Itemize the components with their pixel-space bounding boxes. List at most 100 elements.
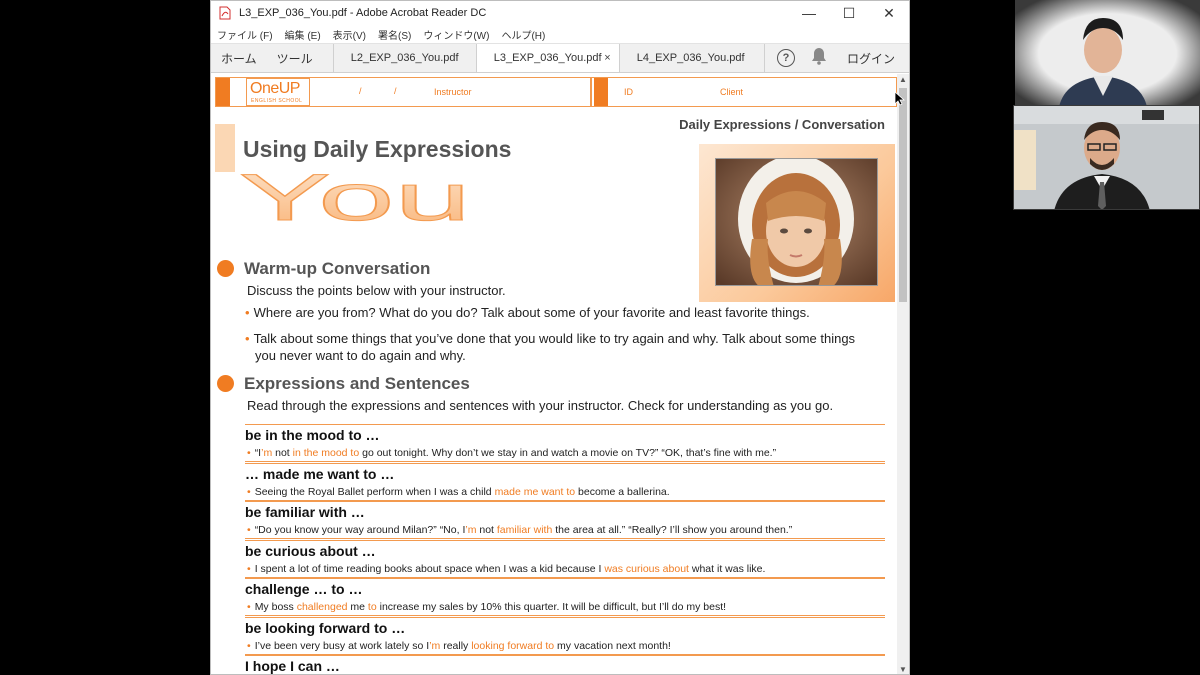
expression-item: challenge … to … • My boss challenged me t… xyxy=(245,578,885,616)
warmup-title: Warm-up Conversation xyxy=(244,259,431,278)
girl-hood-photo xyxy=(715,158,878,286)
expression-example: • Seeing the Royal Ballet perform when I … xyxy=(245,483,885,501)
example-text: me xyxy=(347,601,368,613)
tab-doc-l4-label: L4_EXP_036_You.pdf xyxy=(636,52,745,64)
tab-close-icon[interactable]: × xyxy=(604,52,610,64)
maximize-button[interactable]: ☐ xyxy=(829,1,869,25)
date-slash-1: / xyxy=(359,86,362,96)
expression-example: • “I’m not in the mood to go out tonight.… xyxy=(245,444,885,462)
minimize-button[interactable]: — xyxy=(789,1,829,25)
tab-home[interactable]: ホーム xyxy=(211,44,267,72)
warmup-point: • Where are you from? What do you do? Tal… xyxy=(245,304,875,321)
expression-item: … made me want to … • Seeing the Royal Bal… xyxy=(245,462,885,501)
warmup-intro: Discuss the points below with your instr… xyxy=(247,283,506,298)
expression-title: be looking forward to … xyxy=(245,616,885,637)
participant-video-1 xyxy=(1015,0,1200,107)
highlighted-phrase: challenged xyxy=(296,601,348,613)
big-word: You xyxy=(239,166,471,226)
warmup-point: • Talk about some things that you’ve done… xyxy=(245,330,875,364)
tab-doc-l4[interactable]: L4_EXP_036_You.pdf xyxy=(618,44,762,72)
photo-frame xyxy=(699,144,895,302)
vertical-scrollbar[interactable]: ▲ ▼ xyxy=(897,74,909,674)
title-bar: L3_EXP_036_You.pdf - Adobe Acrobat Reade… xyxy=(211,1,909,25)
menu-bar: ファイル (F) 編集 (E) 表示(V) 署名(S) ウィンドウ(W) ヘルプ… xyxy=(211,25,909,43)
tab-doc-l2-label: L2_EXP_036_You.pdf xyxy=(350,52,459,64)
worksheet-header: OneUP ENGLISH SCHOOL / / Instructor ID C… xyxy=(215,77,897,107)
example-text: really xyxy=(440,639,472,652)
bullet-icon: • xyxy=(247,524,251,536)
warmup-bullet-dot xyxy=(217,260,234,277)
bullet-icon: • xyxy=(247,485,251,498)
expression-title: … made me want to … xyxy=(245,462,885,483)
example-text: Seeing the Royal Ballet perform when I w… xyxy=(254,485,495,498)
close-button[interactable]: ✕ xyxy=(869,1,909,25)
example-text: what it was like. xyxy=(688,562,766,575)
id-label: ID xyxy=(624,87,633,97)
tab-bar-icons: ? ログイン xyxy=(763,44,909,72)
menu-edit[interactable]: 編集 (E) xyxy=(285,27,321,42)
warmup-point-text: Where are you from? What do you do? Talk… xyxy=(253,305,810,320)
tab-doc-l3-label: L3_EXP_036_You.pdf xyxy=(493,52,602,64)
oneup-logo: OneUP ENGLISH SCHOOL xyxy=(246,78,310,106)
tab-doc-l3[interactable]: L3_EXP_036_You.pdf × xyxy=(475,44,619,72)
example-text: the area at all.” “Really? I’ll show you… xyxy=(552,524,793,536)
menu-file[interactable]: ファイル (F) xyxy=(217,27,273,42)
menu-sign[interactable]: 署名(S) xyxy=(378,27,411,42)
bullet-icon: • xyxy=(245,305,250,320)
highlighted-phrase: ’m xyxy=(261,447,273,459)
title-accent-bar xyxy=(215,124,235,172)
expression-example: • My boss challenged me to increase my sa… xyxy=(245,598,885,616)
tab-bar: ホーム ツール L2_EXP_036_You.pdf L3_EXP_036_Yo… xyxy=(211,43,909,73)
tab-tools[interactable]: ツール xyxy=(267,44,333,72)
scroll-up-icon[interactable]: ▲ xyxy=(897,74,909,86)
participant-video-2 xyxy=(1013,105,1200,210)
client-label: Client xyxy=(720,87,744,97)
example-text: go out tonight. Why don’t we stay in and… xyxy=(359,447,777,459)
expression-title: be curious about … xyxy=(245,539,885,560)
menu-help[interactable]: ヘルプ(H) xyxy=(501,27,545,42)
highlighted-phrase: ’m xyxy=(429,639,441,652)
example-text: not xyxy=(272,447,293,459)
window-controls: — ☐ ✕ xyxy=(789,1,909,25)
instructor-label: Instructor xyxy=(434,87,472,97)
window-title: L3_EXP_036_You.pdf - Adobe Acrobat Reade… xyxy=(239,7,487,19)
header-divider xyxy=(590,78,592,106)
highlighted-phrase: in the mood to xyxy=(292,447,360,459)
expressions-bullet-dot xyxy=(217,375,234,392)
bullet-icon: • xyxy=(247,447,251,459)
bullet-icon: • xyxy=(247,562,251,575)
header-accent-bar-2 xyxy=(594,78,608,106)
scroll-thumb[interactable] xyxy=(899,88,907,302)
menu-window[interactable]: ウィンドウ(W) xyxy=(423,27,489,42)
logo-main-text: OneUP xyxy=(250,80,300,97)
expression-title: be familiar with … xyxy=(245,501,885,521)
menu-view[interactable]: 表示(V) xyxy=(333,27,366,42)
expression-example: • “Do you know your way around Milan?” “N… xyxy=(245,521,885,539)
highlighted-phrase: to xyxy=(367,601,377,613)
video-call-screen: L3_EXP_036_You.pdf - Adobe Acrobat Reade… xyxy=(0,0,1200,675)
bell-icon[interactable] xyxy=(811,47,827,70)
expression-item: be curious about … • I spent a lot of time… xyxy=(245,539,885,578)
expression-item: be looking forward to … • I’ve been very b… xyxy=(245,616,885,655)
example-text: My boss xyxy=(254,601,297,613)
help-icon[interactable]: ? xyxy=(776,49,795,67)
example-text: “Do you know your way around Milan?” “No… xyxy=(254,524,466,536)
date-slash-2: / xyxy=(394,86,397,96)
expression-title: be in the mood to … xyxy=(245,424,885,444)
highlighted-phrase: ’m xyxy=(465,524,477,536)
document-page[interactable]: OneUP ENGLISH SCHOOL / / Instructor ID C… xyxy=(211,74,909,674)
tab-doc-l2[interactable]: L2_EXP_036_You.pdf xyxy=(332,44,476,72)
expressions-intro: Read through the expressions and sentenc… xyxy=(247,398,834,413)
scroll-down-icon[interactable]: ▼ xyxy=(897,664,909,674)
acrobat-window: L3_EXP_036_You.pdf - Adobe Acrobat Reade… xyxy=(210,0,910,675)
header-accent-bar xyxy=(216,78,230,106)
expressions-title: Expressions and Sentences xyxy=(244,374,470,393)
example-text: become a ballerina. xyxy=(575,485,670,498)
example-text: my vacation next month! xyxy=(554,639,671,652)
lesson-category: Daily Expressions / Conversation xyxy=(679,117,885,132)
warmup-point-text: Talk about some things that you’ve done … xyxy=(253,331,856,363)
highlighted-phrase: looking forward to xyxy=(471,639,555,652)
big-word-graphic: You xyxy=(239,166,472,226)
logo-sub-text: ENGLISH SCHOOL xyxy=(251,98,303,104)
login-button[interactable]: ログイン xyxy=(847,50,895,67)
